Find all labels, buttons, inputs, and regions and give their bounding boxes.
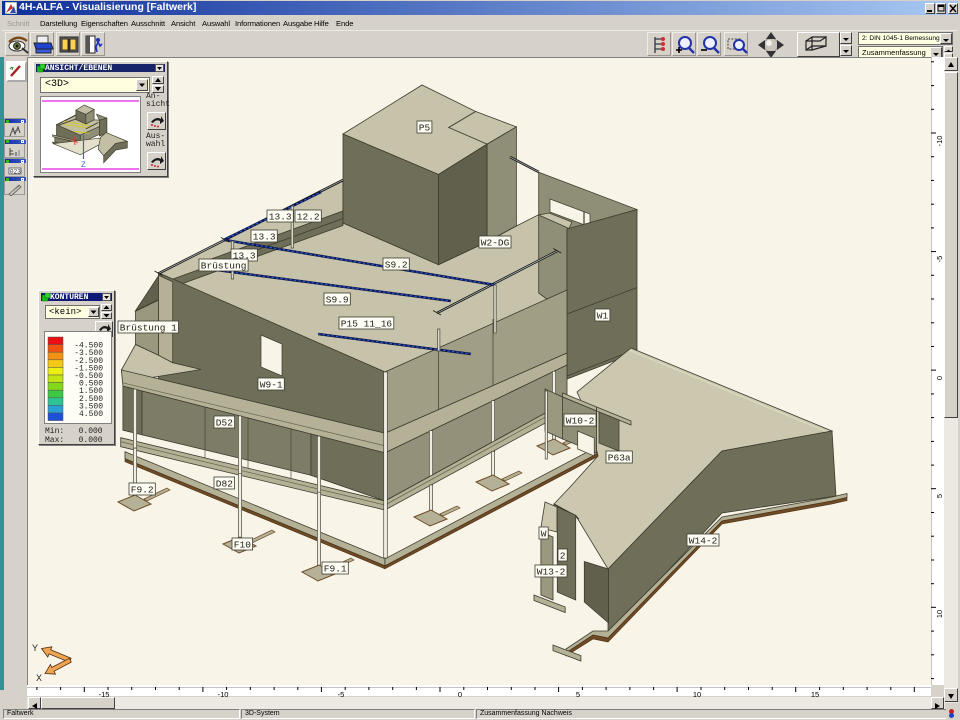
svg-text:X: X — [36, 674, 42, 685]
svg-text:W10-2: W10-2 — [566, 415, 595, 426]
svg-text:13.3: 13.3 — [269, 211, 292, 222]
svg-text:D82: D82 — [216, 478, 233, 489]
svg-text:13.3: 13.3 — [253, 231, 276, 242]
svg-text:P63a: P63a — [608, 452, 631, 463]
svg-text:W: W — [541, 528, 547, 539]
svg-text:P5: P5 — [419, 122, 431, 133]
svg-text:4.500: 4.500 — [79, 410, 103, 419]
svg-text:-5: -5 — [935, 256, 944, 263]
svg-text:-10: -10 — [935, 136, 944, 147]
svg-text:0: 0 — [935, 376, 944, 380]
svg-text:Brüstung: Brüstung — [201, 260, 247, 271]
svg-text:W14-2: W14-2 — [689, 535, 718, 546]
svg-text:12.2: 12.2 — [297, 211, 320, 222]
svg-text:023: 023 — [10, 169, 21, 176]
svg-text:D52: D52 — [216, 417, 233, 428]
svg-text:10: 10 — [935, 610, 944, 618]
svg-text:W2-DG: W2-DG — [481, 237, 510, 248]
svg-text:Brüstung 1: Brüstung 1 — [120, 322, 177, 333]
svg-text:W1: W1 — [597, 310, 609, 321]
svg-text:5: 5 — [935, 494, 944, 498]
svg-text:S9.9: S9.9 — [326, 294, 349, 305]
svg-text:F9.2: F9.2 — [131, 484, 154, 495]
svg-text:P15 11_16: P15 11_16 — [341, 318, 393, 329]
svg-text:F10: F10 — [234, 539, 251, 550]
svg-text:S9.2: S9.2 — [385, 259, 408, 270]
svg-text:W13-2: W13-2 — [537, 566, 566, 577]
svg-text:Z: Z — [81, 161, 86, 170]
svg-text:Y: Y — [32, 644, 38, 655]
svg-text:2: 2 — [560, 550, 566, 561]
svg-text:W9-1: W9-1 — [260, 379, 283, 390]
svg-text:F9.1: F9.1 — [324, 563, 347, 574]
